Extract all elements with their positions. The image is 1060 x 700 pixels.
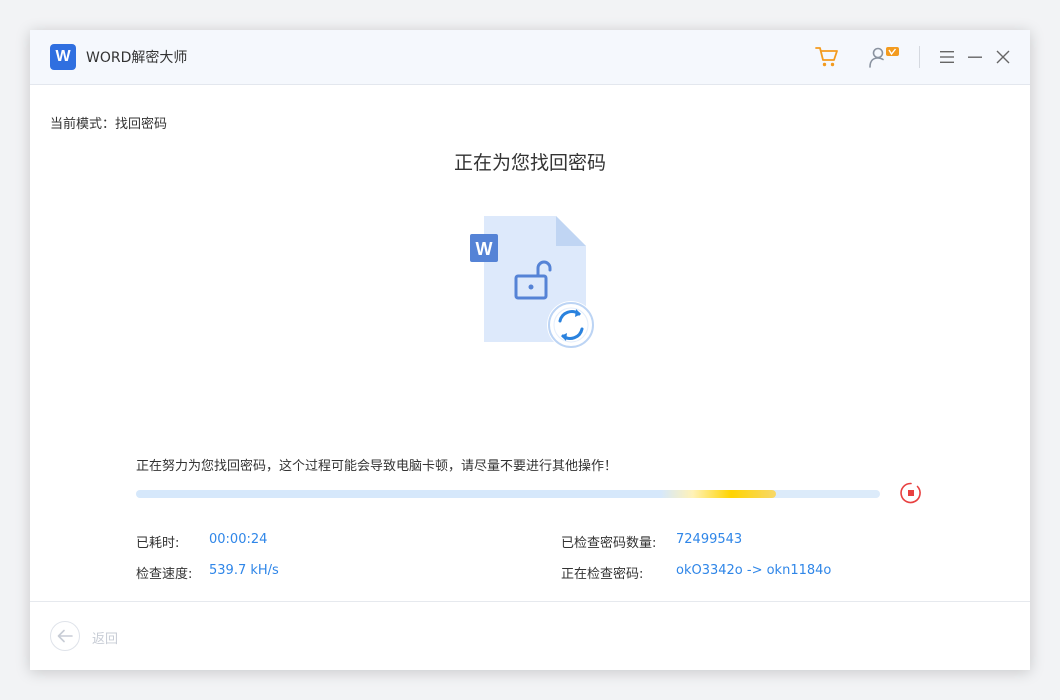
close-icon[interactable] [988,42,1018,72]
title-bar: W WORD解密大师 [30,30,1030,85]
stop-icon [900,482,921,504]
stop-button[interactable] [899,481,923,505]
current-mode-label: 当前模式：找回密码 [50,117,168,132]
user-vip-icon[interactable] [864,42,904,72]
checked-count-value: 72499543 [676,532,743,547]
status-message: 正在努力为您找回密码，这个过程可能会导致电脑卡顿，请尽量不要进行其他操作！ [136,459,618,474]
footer-divider [30,601,1030,602]
app-window: W WORD解密大师 当前模式：找回密码 正在为您找回密码 W 正在努力为您找回… [30,30,1030,670]
cart-icon[interactable] [812,42,842,72]
progress-bar-fill [136,490,776,498]
page-title: 正在为您找回密码 [453,152,606,174]
checked-count-label: 已检查密码数量: [561,536,657,551]
app-logo-icon: W [50,44,76,70]
progress-bar [136,490,880,498]
back-label[interactable]: 返回 [92,628,118,647]
titlebar-divider [919,46,920,68]
check-speed-value: 539.7 kH/s [209,563,279,578]
svg-text:W: W [476,239,493,259]
menu-icon[interactable] [932,42,962,72]
current-password-value: okO3342o -> okn1184o [676,563,832,578]
back-button[interactable] [50,621,80,651]
document-unlock-illustration: W [470,212,600,352]
minimize-icon[interactable] [960,42,990,72]
elapsed-time-label: 已耗时: [136,536,180,551]
check-speed-label: 检查速度: [136,567,193,582]
current-password-label: 正在检查密码: [561,567,644,582]
arrow-left-icon [57,629,73,643]
app-title: WORD解密大师 [86,50,188,66]
elapsed-time-value: 00:00:24 [209,532,268,547]
